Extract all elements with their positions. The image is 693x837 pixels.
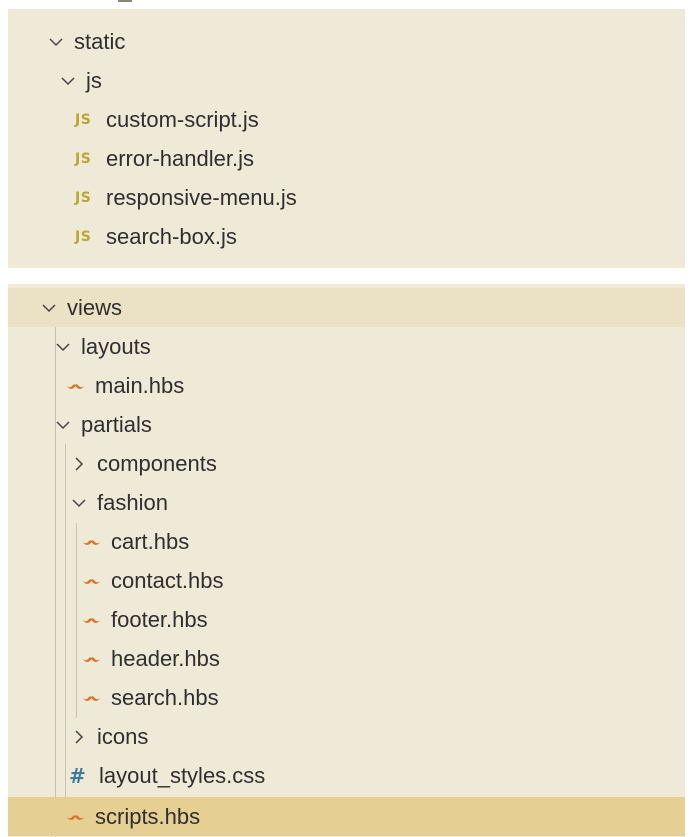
handlebars-file-icon (81, 653, 102, 665)
folder-label: partials (81, 411, 152, 437)
folder-icons[interactable]: icons (8, 717, 685, 756)
file-label: error-handler.js (106, 145, 254, 171)
handlebars-file-icon (81, 692, 102, 704)
file-label: responsive-menu.js (106, 184, 297, 210)
file-label: layout_styles.css (99, 762, 266, 788)
file-label: scripts.hbs (95, 803, 201, 829)
handlebars-file-icon (81, 614, 102, 626)
file-custom-script-js[interactable]: JS custom-script.js (8, 100, 685, 139)
file-label: search.hbs (111, 684, 219, 710)
file-label: search-box.js (106, 223, 237, 249)
file-label: footer.hbs (111, 606, 208, 632)
handlebars-file-icon (81, 575, 102, 587)
handlebars-file-icon (81, 536, 102, 548)
js-file-icon: JS (75, 111, 92, 128)
file-error-handler-js[interactable]: JS error-handler.js (8, 139, 685, 178)
chevron-right-icon (71, 729, 87, 745)
folder-views[interactable]: views (8, 288, 685, 327)
file-cart-hbs[interactable]: cart.hbs (8, 522, 685, 561)
handlebars-file-icon (65, 811, 86, 823)
folder-label: fashion (97, 489, 168, 515)
folder-partials[interactable]: partials (8, 405, 685, 444)
chevron-right-icon (71, 456, 87, 472)
file-label: contact.hbs (111, 567, 224, 593)
folder-label: layouts (81, 333, 151, 359)
chevron-down-icon (48, 34, 64, 50)
file-responsive-menu-js[interactable]: JS responsive-menu.js (8, 178, 685, 217)
handlebars-file-icon (65, 380, 86, 392)
file-main-hbs[interactable]: main.hbs (8, 366, 685, 405)
file-search-hbs[interactable]: search.hbs (8, 678, 685, 717)
folder-label: views (67, 294, 123, 320)
file-label: cart.hbs (111, 528, 190, 554)
folder-label: static (74, 28, 126, 54)
explorer-tree-views: views layouts main.hbs partials componen… (8, 284, 685, 837)
file-contact-hbs[interactable]: contact.hbs (8, 561, 685, 600)
folder-static[interactable]: static (8, 22, 685, 61)
folder-label: icons (97, 723, 149, 749)
chevron-down-icon (71, 495, 87, 511)
folder-label: components (97, 450, 217, 476)
file-label: custom-script.js (106, 106, 259, 132)
folder-js[interactable]: js (8, 61, 685, 100)
file-label: header.hbs (111, 645, 220, 671)
file-footer-hbs[interactable]: footer.hbs (8, 600, 685, 639)
scroll-edge-mark (118, 0, 132, 2)
js-file-icon: JS (75, 189, 92, 206)
file-layout-styles-css[interactable]: # layout_styles.css (8, 756, 685, 795)
file-label: main.hbs (95, 372, 185, 398)
folder-components[interactable]: components (8, 444, 685, 483)
folder-layouts[interactable]: layouts (8, 327, 685, 366)
folder-fashion[interactable]: fashion (8, 483, 685, 522)
explorer-tree-static: static js JS custom-script.js JS error-h… (8, 9, 685, 268)
file-header-hbs[interactable]: header.hbs (8, 639, 685, 678)
file-search-box-js[interactable]: JS search-box.js (8, 217, 685, 256)
chevron-down-icon (55, 417, 71, 433)
chevron-down-icon (55, 339, 71, 355)
chevron-down-icon (60, 73, 76, 89)
js-file-icon: JS (75, 150, 92, 167)
folder-label: js (86, 67, 102, 93)
css-file-icon: # (69, 763, 86, 788)
chevron-down-icon (41, 300, 57, 316)
js-file-icon: JS (75, 228, 92, 245)
file-scripts-hbs[interactable]: scripts.hbs (8, 797, 685, 836)
